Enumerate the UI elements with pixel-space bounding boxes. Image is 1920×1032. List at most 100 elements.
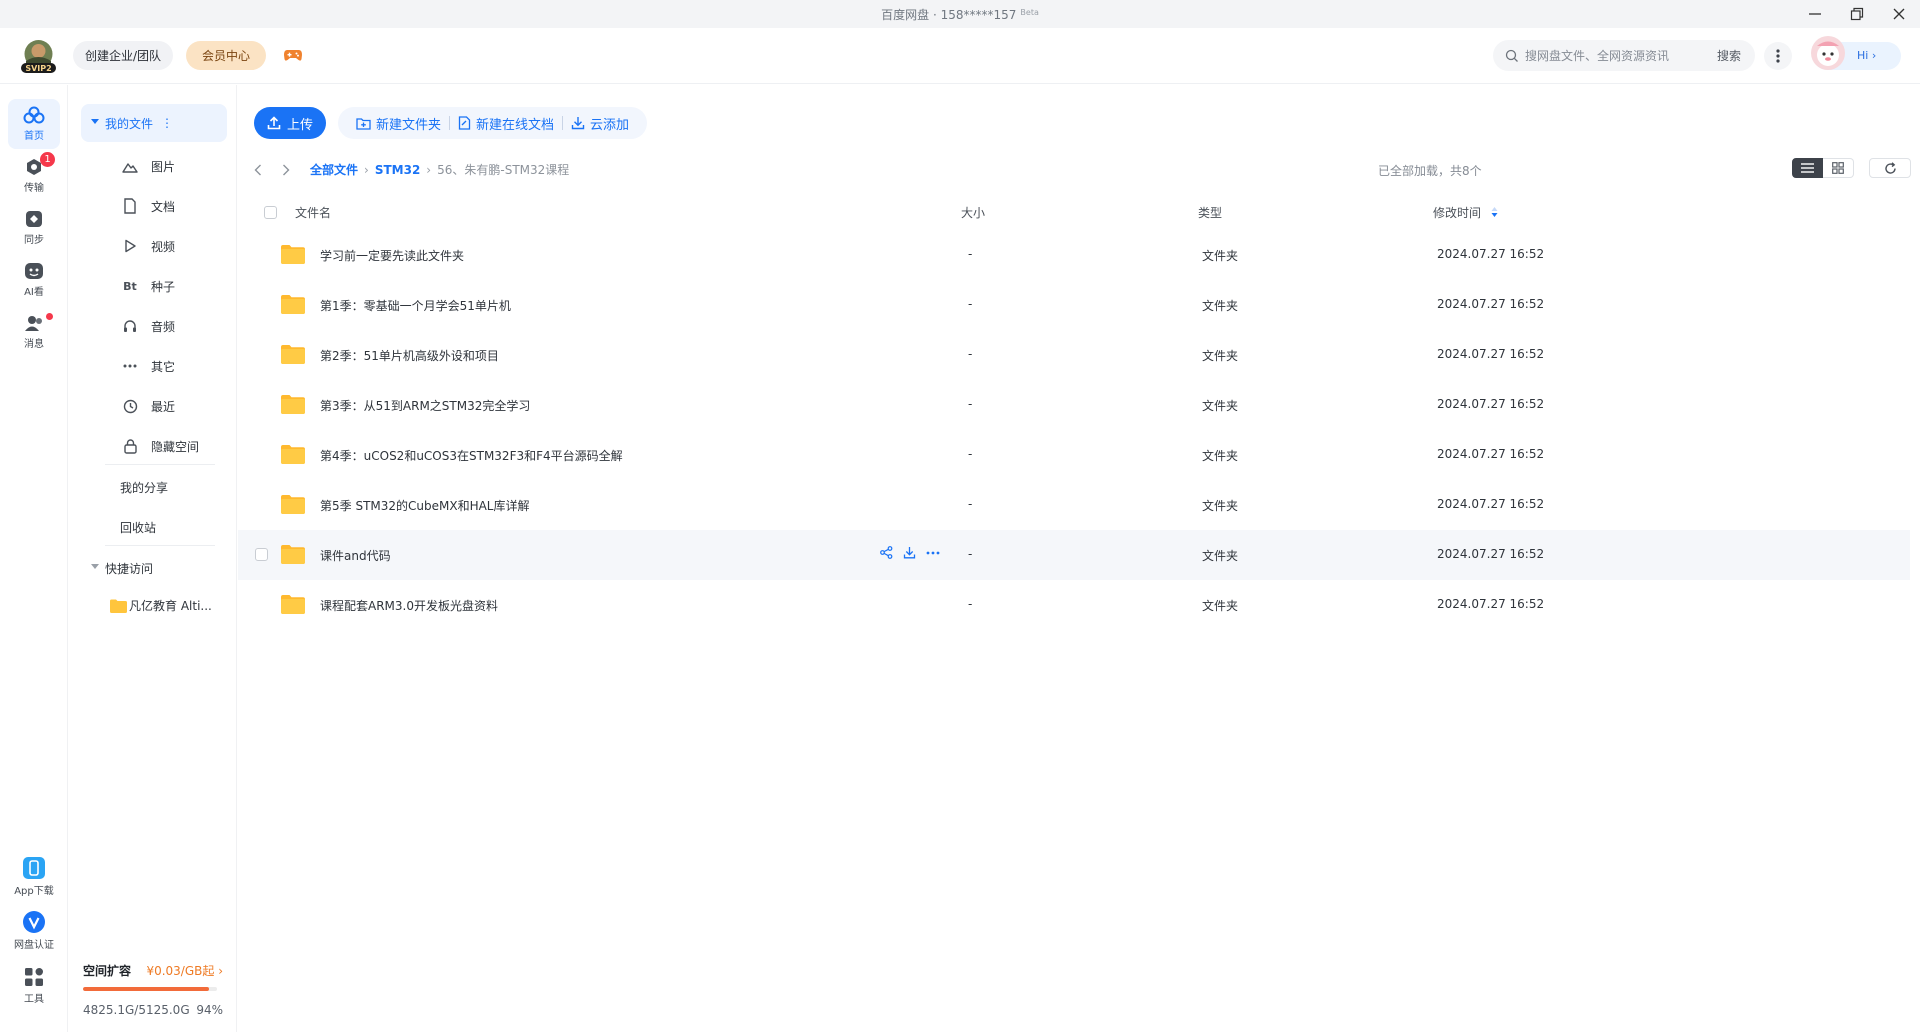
- file-modified-time: 2024.07.27 16:52: [1437, 247, 1545, 261]
- rail-tools[interactable]: 工具: [8, 961, 60, 1011]
- more-menu-button[interactable]: [1764, 42, 1792, 70]
- rail-label: 消息: [24, 339, 44, 350]
- storage-panel[interactable]: 空间扩容 ¥0.03/GB起 › 4825.1G/5125.0G 94%: [83, 962, 223, 1017]
- file-modified-time: 2024.07.27 16:52: [1437, 397, 1545, 411]
- folder-icon: [281, 595, 305, 614]
- restore-button[interactable]: [1836, 0, 1878, 28]
- rail-transfer[interactable]: 1 传输: [8, 151, 60, 201]
- table-row[interactable]: 课程配套ARM3.0开发板光盘资料 - 文件夹 2024.07.27 16:52: [238, 580, 1910, 630]
- column-header-size[interactable]: 大小: [961, 204, 985, 221]
- file-name[interactable]: 第5季 STM32的CubeMX和HAL库详解: [320, 497, 530, 514]
- share-icon[interactable]: [880, 546, 893, 559]
- column-header-modified-time-label: 修改时间: [1433, 205, 1482, 220]
- table-row[interactable]: 第3季：从51到ARM之STM32完全学习 - 文件夹 2024.07.27 16:5…: [238, 380, 1910, 430]
- grid-view-button[interactable]: [1823, 158, 1854, 178]
- table-row[interactable]: 第1季：零基础一个月学会51单片机 - 文件夹 2024.07.27 16:52: [238, 280, 1910, 330]
- folder-icon: [281, 245, 305, 264]
- cloud-add-button[interactable]: 云添加: [563, 114, 637, 133]
- upload-button[interactable]: 上传: [254, 107, 326, 139]
- file-name[interactable]: 课程配套ARM3.0开发板光盘资料: [320, 597, 498, 614]
- rail-messages[interactable]: 消息: [8, 307, 60, 357]
- breadcrumb-stm32[interactable]: STM32: [375, 163, 420, 177]
- title-bar: 百度网盘 · 158*****157 Beta: [0, 0, 1920, 28]
- messages-icon: [25, 316, 42, 331]
- list-view-button[interactable]: [1792, 158, 1823, 178]
- file-type: 文件夹: [1202, 349, 1239, 363]
- nav-torrents[interactable]: Bt 种子: [121, 276, 175, 296]
- close-button[interactable]: [1878, 0, 1920, 28]
- new-folder-icon: [356, 117, 371, 130]
- breadcrumb-all-files[interactable]: 全部文件: [310, 161, 358, 178]
- minimize-button[interactable]: [1794, 0, 1836, 28]
- storage-progress-bar: [83, 987, 217, 991]
- nav-label: 文档: [151, 199, 176, 214]
- refresh-button[interactable]: [1869, 158, 1911, 178]
- rail-app-download[interactable]: App下载: [8, 852, 60, 902]
- rail-ai-look[interactable]: AI看: [8, 255, 60, 305]
- table-row[interactable]: 学习前一定要先读此文件夹 - 文件夹 2024.07.27 16:52: [238, 230, 1910, 280]
- nav-recycle-bin[interactable]: 回收站: [120, 519, 156, 536]
- nav-label: 其它: [151, 359, 176, 374]
- nav-quick-access-label: 快捷访问: [105, 561, 154, 576]
- column-header-type[interactable]: 类型: [1198, 204, 1222, 221]
- file-modified-time: 2024.07.27 16:52: [1437, 497, 1545, 511]
- row-checkbox[interactable]: [255, 548, 268, 561]
- nav-images[interactable]: 图片: [121, 156, 175, 176]
- app-header: SVIP2 创建企业/团队 会员中心 搜索 Hi ›: [0, 28, 1920, 84]
- forward-button[interactable]: [282, 164, 300, 176]
- nav-quick-access[interactable]: 快捷访问: [81, 549, 227, 587]
- file-size: -: [968, 447, 973, 461]
- nav-documents[interactable]: 文档: [121, 196, 175, 216]
- transfer-badge: 1: [40, 152, 55, 167]
- nav-my-files[interactable]: 我的文件 ⋮: [81, 104, 227, 142]
- table-row[interactable]: 第2季：51单片机高级外设和项目 - 文件夹 2024.07.27 16:52: [238, 330, 1910, 380]
- vertical-dots-icon[interactable]: ⋮: [161, 116, 173, 130]
- nav-my-share[interactable]: 我的分享: [120, 479, 168, 496]
- file-size: -: [968, 497, 973, 511]
- storage-price[interactable]: ¥0.03/GB起 ›: [146, 962, 223, 979]
- select-all-checkbox[interactable]: [264, 206, 277, 219]
- file-name[interactable]: 第4季：uCOS2和uCOS3在STM32F3和F4平台源码全解: [320, 447, 623, 464]
- breadcrumb-separator: ›: [426, 162, 432, 177]
- nav-videos[interactable]: 视频: [121, 236, 175, 256]
- file-name[interactable]: 第2季：51单片机高级外设和项目: [320, 347, 499, 364]
- nav-others[interactable]: 其它: [121, 356, 175, 376]
- quick-access-item[interactable]: 凡亿教育 Alti...: [110, 597, 212, 614]
- folder-icon: [281, 345, 305, 364]
- back-button[interactable]: [254, 164, 272, 176]
- refresh-icon: [1884, 161, 1896, 174]
- rail-verification[interactable]: 网盘认证: [8, 906, 60, 956]
- vip-center-button[interactable]: 会员中心: [186, 41, 266, 70]
- svip-avatar-logo[interactable]: SVIP2: [18, 39, 59, 74]
- search-input[interactable]: [1525, 48, 1705, 63]
- column-header-name[interactable]: 文件名: [295, 204, 331, 221]
- nav-hidden-space[interactable]: 隐藏空间: [121, 436, 199, 456]
- svip-level-text: SVIP2: [25, 64, 51, 73]
- headphones-icon: [121, 317, 139, 335]
- gamepad-icon[interactable]: [283, 47, 303, 67]
- new-online-doc-button[interactable]: 新建在线文档: [450, 114, 562, 133]
- rail-sync[interactable]: 同步: [8, 203, 60, 253]
- create-enterprise-button[interactable]: 创建企业/团队: [73, 41, 173, 70]
- table-row[interactable]: 课件and代码 - 文件夹 2024.07.27 16:52: [238, 530, 1910, 580]
- download-icon: [571, 117, 585, 130]
- rail-home[interactable]: 首页: [8, 99, 60, 149]
- file-name[interactable]: 第3季：从51到ARM之STM32完全学习: [320, 397, 530, 414]
- grid-icon: [1832, 162, 1844, 174]
- file-name[interactable]: 第1季：零基础一个月学会51单片机: [320, 297, 511, 314]
- file-type: 文件夹: [1202, 299, 1239, 313]
- file-name[interactable]: 课件and代码: [320, 547, 391, 564]
- table-row[interactable]: 第5季 STM32的CubeMX和HAL库详解 - 文件夹 2024.07.27 16…: [238, 480, 1910, 530]
- verified-v-icon: [23, 911, 45, 933]
- nav-recent[interactable]: 最近: [121, 396, 175, 416]
- nav-audio[interactable]: 音频: [121, 316, 175, 336]
- upload-label: 上传: [286, 117, 313, 133]
- user-profile-button[interactable]: Hi ›: [1811, 36, 1901, 70]
- column-header-modified-time[interactable]: 修改时间: [1433, 204, 1498, 221]
- new-folder-button[interactable]: 新建文件夹: [348, 114, 449, 133]
- search-button[interactable]: 搜索: [1717, 47, 1741, 64]
- download-icon[interactable]: [903, 546, 916, 559]
- more-icon[interactable]: [926, 551, 940, 555]
- table-row[interactable]: 第4季：uCOS2和uCOS3在STM32F3和F4平台源码全解 - 文件夹 2024…: [238, 430, 1910, 480]
- file-name[interactable]: 学习前一定要先读此文件夹: [320, 247, 464, 264]
